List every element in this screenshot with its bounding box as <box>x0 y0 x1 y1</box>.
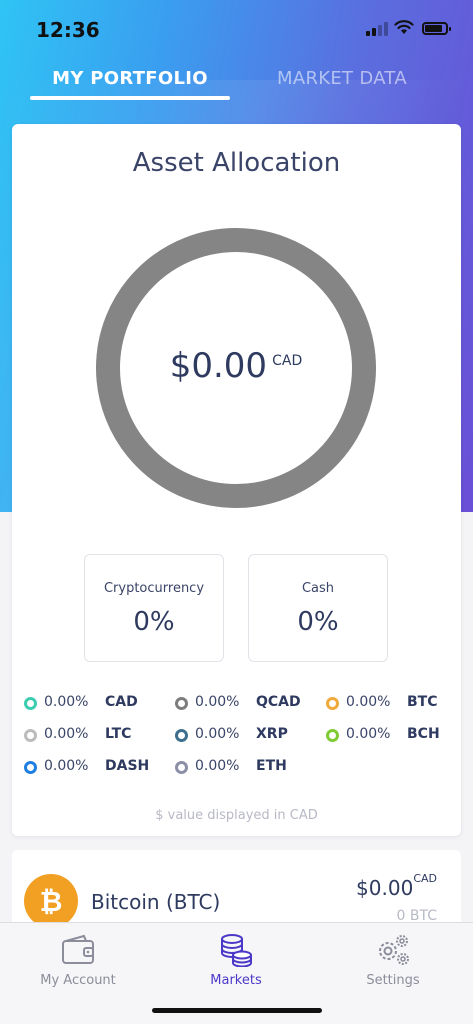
portfolio-tabs: MY PORTFOLIO MARKET DATA <box>0 60 473 104</box>
coin-name: Bitcoin (BTC) <box>91 890 221 914</box>
nav-markets[interactable]: Markets <box>166 931 306 993</box>
legend-dot-icon <box>326 729 339 742</box>
legend-dot-icon <box>326 697 339 710</box>
total-currency: CAD <box>272 352 303 369</box>
gears-icon <box>379 935 409 965</box>
legend-dot-icon <box>175 697 188 710</box>
tab-my-portfolio[interactable]: MY PORTFOLIO <box>30 68 230 89</box>
cash-summary: Cash 0% <box>248 554 388 662</box>
home-indicator <box>152 1008 322 1013</box>
nav-my-account[interactable]: My Account <box>8 931 148 993</box>
legend-dot-icon <box>24 697 37 710</box>
asset-allocation-card: Asset Allocation $0.00 CAD Cryptocurrenc… <box>12 124 461 836</box>
summary-value: 0% <box>133 607 175 637</box>
legend-dot-icon <box>24 729 37 742</box>
total-amount: $0.00 <box>169 346 268 386</box>
svg-text:₿: ₿ <box>40 885 63 918</box>
bitcoin-icon: ₿ <box>24 874 78 928</box>
summary-label: Cash <box>301 581 335 596</box>
summary-label: Cryptocurrency <box>103 581 205 596</box>
cryptocurrency-summary: Cryptocurrency 0% <box>84 554 224 662</box>
wifi-icon <box>394 20 414 34</box>
coin-value: $0.00CAD <box>356 872 437 900</box>
summary-value: 0% <box>297 607 339 637</box>
legend-dot-icon <box>24 761 37 774</box>
active-tab-indicator <box>30 96 230 100</box>
legend-dot-icon <box>175 761 188 774</box>
status-bar: 12:36 <box>0 0 473 60</box>
tab-market-data[interactable]: MARKET DATA <box>242 68 442 89</box>
legend-dot-icon <box>175 729 188 742</box>
battery-icon <box>422 22 451 35</box>
coins-stack-icon <box>221 934 252 967</box>
currency-note: $ value displayed in CAD <box>155 808 318 823</box>
cellular-signal-icon <box>366 22 388 36</box>
nav-settings[interactable]: Settings <box>323 931 463 993</box>
status-time: 12:36 <box>36 18 100 42</box>
total-value: $0.00 CAD <box>96 346 376 386</box>
wallet-icon <box>62 934 94 964</box>
card-title: Asset Allocation <box>132 148 341 178</box>
